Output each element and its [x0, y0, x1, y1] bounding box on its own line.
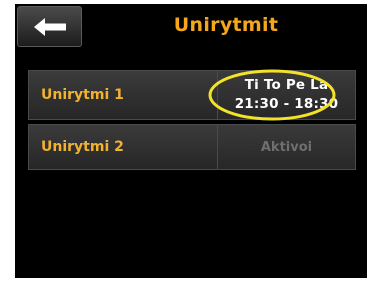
rhythm-list: Unirytmi 1 Ti To Pe La 21:30 - 18:30 Uni… — [28, 69, 356, 174]
rhythm-1-days: Ti To Pe La — [244, 77, 329, 93]
activate-label: Aktivoi — [260, 139, 313, 155]
rhythm-1-schedule[interactable]: Ti To Pe La 21:30 - 18:30 — [208, 69, 356, 121]
rhythm-1-button[interactable]: Unirytmi 1 — [28, 70, 218, 120]
rhythm-2-label: Unirytmi 2 — [41, 139, 124, 155]
rhythm-2-button[interactable]: Unirytmi 2 — [28, 124, 218, 170]
back-button[interactable] — [17, 6, 82, 47]
page-title: Unirytmit — [173, 14, 279, 36]
back-arrow-icon — [33, 17, 66, 36]
list-item-rhythm-2: Unirytmi 2 Aktivoi — [28, 124, 356, 170]
activate-button[interactable]: Aktivoi — [218, 124, 356, 170]
list-item-rhythm-1: Unirytmi 1 Ti To Pe La 21:30 - 18:30 — [28, 69, 356, 121]
rhythm-1-time: 21:30 - 18:30 — [234, 96, 339, 112]
rhythm-1-label: Unirytmi 1 — [41, 87, 124, 103]
sleep-rhythm-screen: Unirytmit Unirytmi 1 Ti To Pe La 21:30 -… — [15, 4, 367, 278]
